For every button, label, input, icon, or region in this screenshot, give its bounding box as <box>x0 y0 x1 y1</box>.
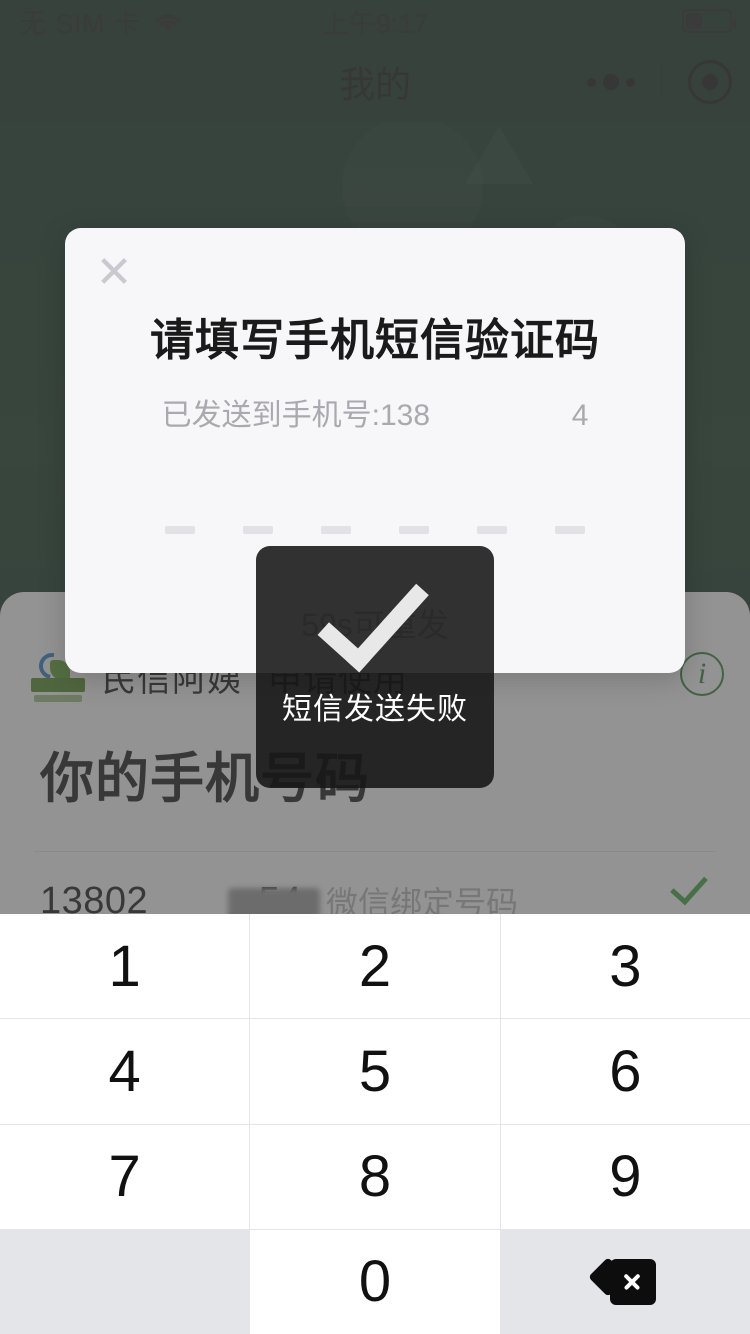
key-7[interactable]: 7 <box>0 1124 250 1229</box>
code-slot[interactable] <box>550 494 590 534</box>
key-8[interactable]: 8 <box>250 1124 500 1229</box>
key-backspace[interactable] <box>500 1229 750 1334</box>
key-3[interactable]: 3 <box>500 914 750 1019</box>
key-4[interactable]: 4 <box>0 1019 250 1124</box>
close-icon[interactable]: ✕ <box>91 250 137 296</box>
code-slot[interactable] <box>394 494 434 534</box>
check-mark-icon <box>317 557 429 673</box>
toast: 短信发送失败 <box>256 546 494 788</box>
key-5[interactable]: 5 <box>250 1019 500 1124</box>
key-9[interactable]: 9 <box>500 1124 750 1229</box>
key-2[interactable]: 2 <box>250 914 500 1019</box>
key-blank <box>0 1229 250 1334</box>
code-slot[interactable] <box>160 494 200 534</box>
close-glyph: ✕ <box>95 248 133 297</box>
numeric-keypad: 123 456 7890 <box>0 914 750 1334</box>
code-slot[interactable] <box>316 494 356 534</box>
status-scrim <box>0 0 750 122</box>
key-6[interactable]: 6 <box>500 1019 750 1124</box>
key-0[interactable]: 0 <box>250 1229 500 1334</box>
code-slot[interactable] <box>472 494 512 534</box>
toast-message: 短信发送失败 <box>282 693 468 726</box>
code-slot[interactable] <box>238 494 278 534</box>
app-screen: 民信阿姨 申请使用 i 你的手机号码 13802 54 微信绑定号码 无 SIM… <box>0 0 750 1334</box>
code-input[interactable] <box>65 434 685 534</box>
modal-subtitle: 已发送到手机号:138 4 <box>161 399 589 432</box>
backspace-icon <box>588 1257 657 1305</box>
key-1[interactable]: 1 <box>0 914 250 1019</box>
modal-title: 请填写手机短信验证码 <box>150 316 600 365</box>
